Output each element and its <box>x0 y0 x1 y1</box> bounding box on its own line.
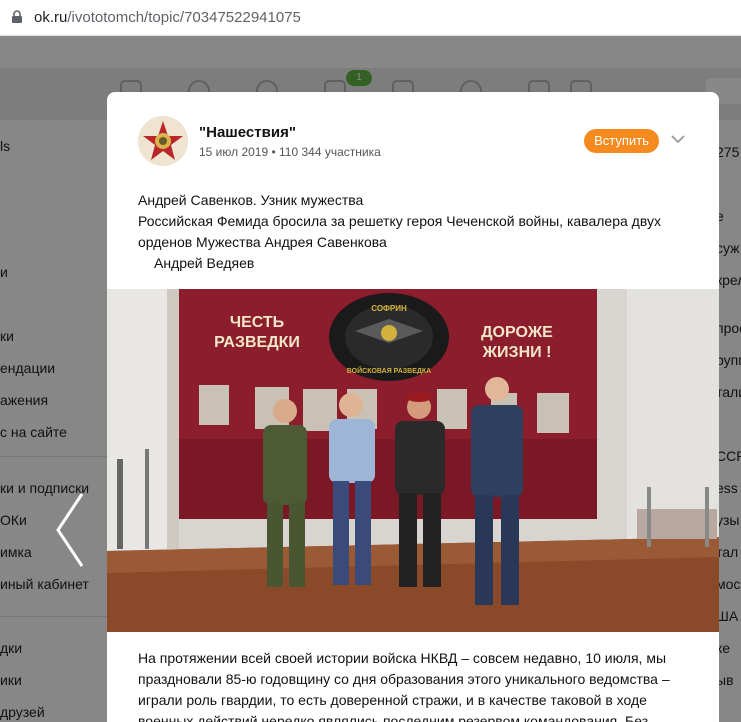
post-title: Андрей Савенков. Узник мужества <box>138 192 364 208</box>
banner-right-line2: ЖИЗНИ ! <box>482 344 552 361</box>
body-line: играли роль гвардии, то есть доверенной … <box>138 692 647 708</box>
url-path: /ivototomch/topic/70347522941075 <box>67 9 301 26</box>
group-name[interactable]: "Нашествия" <box>199 124 296 141</box>
previous-arrow-icon[interactable] <box>52 490 92 570</box>
join-button[interactable]: Вступить <box>584 129 659 153</box>
post-modal: "Нашествия" 15 июл 2019 • 110 344 участн… <box>107 92 719 722</box>
post-text: Андрей Савенков. Узник мужества Российск… <box>138 190 698 274</box>
group-meta: 15 июл 2019 • 110 344 участника <box>199 145 381 159</box>
photo-illustration: ЧЕСТЬ РАЗВЕДКИ ДОРОЖЕ ЖИЗНИ ! СОФРИН ВОЙ… <box>107 289 719 632</box>
post-photo[interactable]: ЧЕСТЬ РАЗВЕДКИ ДОРОЖЕ ЖИЗНИ ! СОФРИН ВОЙ… <box>107 289 719 632</box>
order-emblem-icon <box>138 116 188 166</box>
post-author: Андрей Ведяев <box>154 255 255 271</box>
banner-right-line1: ДОРОЖЕ <box>481 324 553 341</box>
url-host: ok.ru <box>34 9 68 26</box>
body-line: военных действий нередко являлись послед… <box>138 713 649 722</box>
emblem-top-text: СОФРИН <box>371 304 407 313</box>
body-line: праздновали 85-ю годовщину со дня образо… <box>138 671 670 687</box>
lock-icon <box>12 10 22 23</box>
post-line: орденов Мужества Андрея Савенкова <box>138 234 387 250</box>
post-line: Российская Фемида бросила за решетку гер… <box>138 213 661 229</box>
url-text[interactable]: ok.ru/ivototomch/topic/70347522941075 <box>34 9 301 26</box>
emblem-bottom-text: ВОЙСКОВАЯ РАЗВЕДКА <box>347 366 431 375</box>
chevron-down-icon[interactable] <box>671 134 685 144</box>
address-bar[interactable]: ok.ru/ivototomch/topic/70347522941075 <box>0 0 741 36</box>
banner-left-line2: РАЗВЕДКИ <box>214 334 300 351</box>
body-line: На протяжении всей своей истории войска … <box>138 650 667 666</box>
banner-left-line1: ЧЕСТЬ <box>230 314 284 331</box>
post-body: На протяжении всей своей истории войска … <box>138 648 698 722</box>
group-avatar[interactable] <box>138 116 188 166</box>
